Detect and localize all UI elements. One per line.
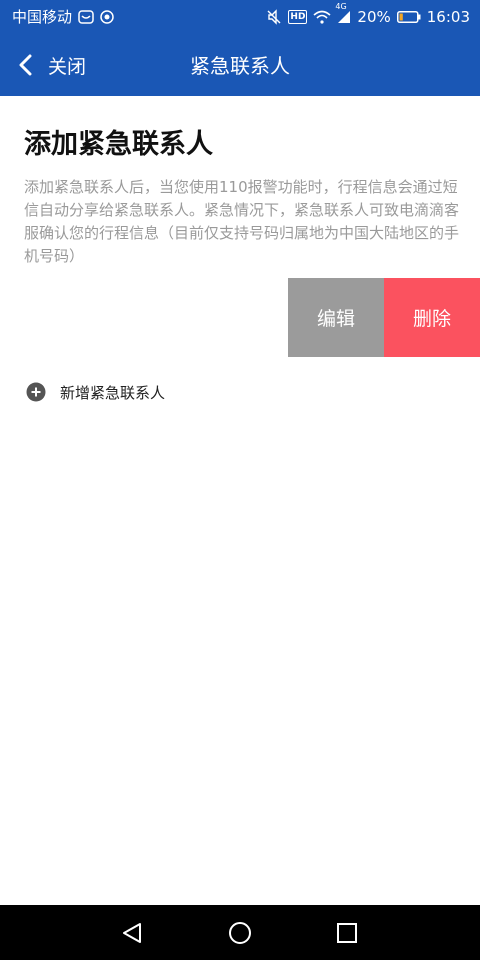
battery-icon: [396, 10, 421, 23]
edit-button[interactable]: 编辑: [288, 278, 384, 357]
delete-button[interactable]: 删除: [384, 278, 480, 357]
shield-app-icon: [100, 9, 114, 24]
chevron-left-icon: [18, 54, 32, 76]
home-circle-icon[interactable]: [226, 919, 254, 947]
close-label: 关闭: [48, 55, 87, 78]
status-left: 中国移动: [12, 6, 114, 27]
status-right: HD 4G 20% 16:03: [266, 2, 470, 26]
signal-icon: 4G: [335, 2, 351, 24]
close-button[interactable]: 关闭: [18, 45, 86, 85]
hd-label: HD: [290, 11, 306, 22]
network-type: 4G: [335, 1, 347, 11]
status-bar: 中国移动 HD 4G 20% 16:03: [0, 0, 480, 33]
battery-percent: 20%: [357, 7, 391, 26]
system-nav-bar: [0, 905, 480, 960]
mute-icon: [266, 8, 282, 25]
add-circle-icon: [26, 382, 46, 402]
page-title: 添加紧急联系人: [24, 129, 213, 160]
add-contact-label: 新增紧急联系人: [60, 383, 166, 402]
app-notification-icon: [78, 9, 94, 24]
carrier-name: 中国移动: [12, 8, 73, 26]
recent-apps-square-icon[interactable]: [333, 919, 361, 947]
add-contact-button[interactable]: 新增紧急联系人: [26, 380, 165, 404]
hd-icon: HD: [288, 9, 308, 24]
back-triangle-icon[interactable]: [118, 919, 146, 947]
contact-swipe-actions: 编辑 删除: [288, 278, 480, 357]
top-nav-bar: 紧急联系人 关闭: [0, 33, 480, 96]
description-text: 添加紧急联系人后，当您使用110报警功能时，行程信息会通过短信自动分享给紧急联系…: [24, 178, 460, 265]
clock-time: 16:03: [426, 7, 470, 26]
wifi-icon: [313, 10, 331, 24]
